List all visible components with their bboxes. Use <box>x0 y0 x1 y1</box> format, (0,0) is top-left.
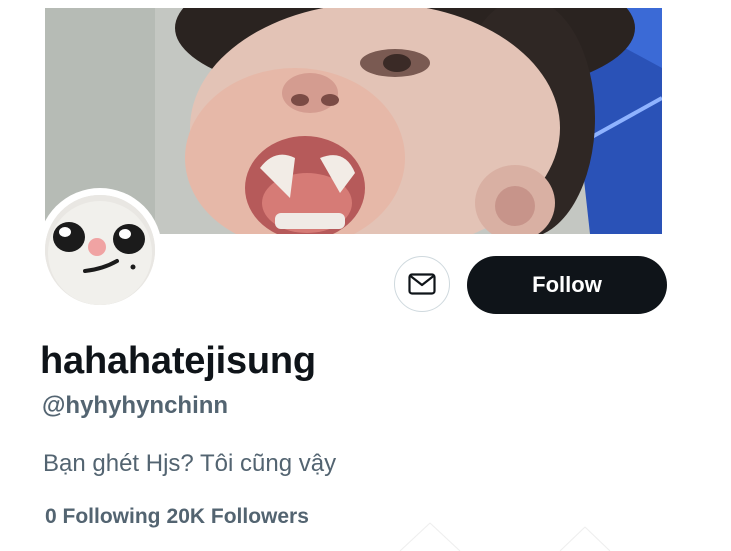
message-button[interactable] <box>394 256 450 312</box>
avatar-image <box>45 195 155 305</box>
followers-label: Followers <box>210 505 309 528</box>
follow-button[interactable]: Follow <box>467 256 667 314</box>
mail-icon <box>408 273 436 295</box>
profile-bio: Bạn ghét Hjs? Tôi cũng vậy <box>43 450 337 477</box>
followers-link[interactable]: 20K Followers <box>167 505 309 529</box>
following-label: Following <box>62 505 161 528</box>
following-count: 0 <box>45 505 57 528</box>
followers-count: 20K <box>166 505 206 528</box>
avatar[interactable] <box>45 195 155 305</box>
user-handle: @hyhyhynchinn <box>42 392 229 419</box>
profile-stats: 0 Following 20K Followers <box>45 505 309 529</box>
display-name: hahahatejisung <box>40 340 316 382</box>
following-link[interactable]: 0 Following <box>45 505 161 529</box>
